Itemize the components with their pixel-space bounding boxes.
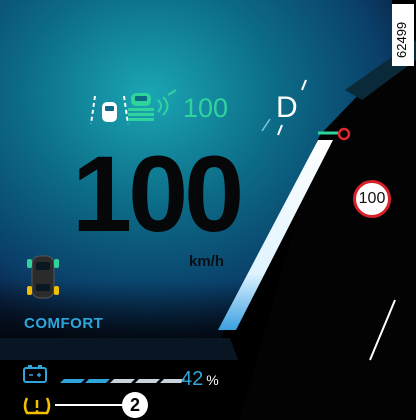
charge-percent: 42% <box>181 369 219 389</box>
callout-number-badge: 2 <box>122 392 148 418</box>
charge-gauge-segment <box>85 379 110 383</box>
acc-set-speed: 100 <box>183 93 229 123</box>
reference-code: 62499 <box>394 21 409 58</box>
speed-readout: 100 <box>72 133 244 254</box>
speed-unit: km/h <box>189 253 225 270</box>
charge-gauge-segment <box>110 379 135 383</box>
speed-limit-sign: 100 <box>353 180 391 218</box>
instrument-cluster: 100 D 100 km/h 100 COMFORT 42% 2 <box>0 0 416 420</box>
charge-percent-unit: % <box>206 372 219 388</box>
charge-percent-value: 42 <box>181 368 204 390</box>
drive-mode-label: COMFORT <box>24 315 104 332</box>
charge-gauge-segment <box>60 379 85 383</box>
gear-indicator: D <box>276 91 298 124</box>
charge-gauge-segment <box>135 379 160 383</box>
reference-tag: 62499 <box>392 4 414 66</box>
charge-gauge <box>60 379 185 383</box>
car-topview-icon <box>27 255 59 299</box>
